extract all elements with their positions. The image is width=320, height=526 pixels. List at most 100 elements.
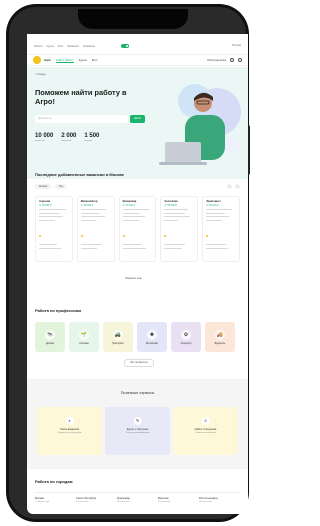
profession-tile[interactable]: 🚜 Тракторист [103, 322, 133, 352]
city-count: 1 245 вакансий [35, 501, 50, 503]
profession-label: Агроном [79, 341, 89, 345]
vacancy-card[interactable]: Ветеринар от 70 000 ₽ [118, 196, 157, 262]
profession-label: Водитель [214, 341, 226, 345]
location-icon [206, 234, 209, 237]
nav-item-courses[interactable]: Курсы [79, 58, 87, 62]
city-name: Воронеж [158, 497, 169, 500]
city-count: 480 вакансий [199, 501, 212, 503]
vacancy-salary: от 80 000 ₽ [39, 204, 52, 207]
location-icon [80, 234, 83, 237]
cow-icon: 🐄 [45, 329, 55, 340]
city-count: 820 вакансий [76, 501, 89, 503]
profession-label: Доярка [45, 341, 55, 345]
profession-tile[interactable]: ⚙ Оператор [171, 322, 201, 352]
vacancy-cards: Агроном от 80 000 ₽ Механизатор от 60 00… [35, 196, 240, 262]
services-row: ⌕ Поиск вакансий Подберите работу рядом … [37, 407, 238, 455]
location-icon [122, 234, 125, 237]
vacancy-title: Ветеринар [122, 200, 137, 203]
top-bar: Работа Курсы Блог Вакансии Компании Моск… [27, 42, 248, 50]
vacancy-card[interactable]: Тракторист от 65 000 ₽ [202, 196, 240, 262]
professions-title: Работа по профессиям [35, 308, 82, 313]
profession-label: Тракторист [111, 341, 125, 345]
carousel-arrows: ‹ › [227, 184, 240, 189]
profession-tile[interactable]: 🌱 Агроном [69, 322, 99, 352]
services-section: Полезные сервисы ⌕ Поиск вакансий Подбер… [27, 379, 248, 469]
city-name: Краснодар [117, 497, 130, 500]
vacancy-salary: от 55 000 ₽ [164, 204, 177, 207]
topbar-link[interactable]: Компании [83, 45, 95, 48]
location-icon [39, 234, 41, 237]
service-label: Найти сотрудника [194, 428, 217, 431]
city-item[interactable]: Ростов-на-Дону 480 вакансий [199, 497, 237, 503]
profession-tile[interactable]: 🚚 Водитель [205, 322, 235, 352]
profession-tile[interactable]: ✚ Ветеринар [137, 322, 167, 352]
pencil-icon: ✎ [133, 417, 142, 425]
vacancy-card[interactable]: Зоотехник от 55 000 ₽ [160, 196, 199, 262]
person-icon: ☺ [201, 417, 210, 425]
vacancy-card[interactable]: Агроном от 80 000 ₽ [35, 196, 73, 262]
service-card[interactable]: ✎ Курсы и обучение Повысьте квалификацию [105, 407, 170, 455]
city-item[interactable]: Воронеж 510 вакансий [158, 497, 196, 503]
vacancy-title: Зоотехник [164, 200, 178, 203]
prev-arrow-icon[interactable]: ‹ [227, 184, 232, 189]
city-selector[interactable]: Москва [232, 44, 241, 47]
vet-cross-icon: ✚ [147, 329, 157, 340]
cities-title: Работа по городам [35, 479, 73, 484]
vacancy-salary: от 60 000 ₽ [80, 204, 94, 207]
vacancy-title: Тракторист [206, 200, 221, 203]
phone-notch [78, 9, 188, 29]
logo-text[interactable]: Агро [44, 58, 51, 62]
service-label: Поиск вакансий [60, 428, 79, 431]
topbar-link[interactable]: Курсы [47, 45, 54, 48]
vacancy-card[interactable]: Механизатор от 60 000 ₽ [76, 196, 115, 262]
topbar-link[interactable]: Блог [58, 45, 64, 48]
next-arrow-icon[interactable]: › [235, 184, 240, 189]
show-more-button[interactable]: Показать еще [125, 277, 142, 280]
profession-tile[interactable]: 🐄 Доярка [35, 322, 65, 352]
profession-label: Ветеринар [146, 341, 158, 345]
tractor-icon: 🚜 [113, 329, 123, 340]
topbar-link[interactable]: Вакансии [68, 45, 79, 48]
search-icon: ⌕ [65, 417, 74, 425]
profession-label: Оператор [180, 341, 192, 345]
nav-item-find-job[interactable]: Найти работу [56, 58, 74, 62]
employers-link[interactable]: Работодателям [207, 59, 226, 62]
filter-pill[interactable]: Москва [35, 184, 52, 189]
gear-icon: ⚙ [181, 329, 191, 340]
truck-icon: 🚚 [215, 329, 225, 340]
location-icon [164, 234, 167, 237]
vacancy-salary: от 70 000 ₽ [122, 204, 136, 207]
vacancy-filters: Москва Все [35, 184, 68, 189]
vacancy-salary: от 65 000 ₽ [206, 204, 219, 207]
service-label: Курсы и обучение [126, 428, 149, 431]
logo-icon[interactable] [33, 56, 41, 64]
header-actions: Работодателям [207, 58, 242, 62]
city-name: Ростов-на-Дону [199, 497, 218, 500]
screen: Работа Курсы Блог Вакансии Компании Моск… [27, 34, 248, 514]
hero-banner: < Назад Поможем найти работу в Агро! Дол… [27, 67, 248, 179]
profession-tiles: 🐄 Доярка 🌱 Агроном 🚜 Тракторист ✚ Ветери… [35, 322, 240, 352]
theme-toggle[interactable] [120, 44, 129, 48]
service-description: Повысьте квалификацию [125, 432, 150, 434]
sprout-icon: 🌱 [79, 329, 89, 340]
service-card[interactable]: ☺ Найти сотрудника Разместите вакансию [173, 407, 238, 455]
city-name: Москва [35, 497, 44, 500]
service-description: Разместите вакансию [195, 432, 216, 434]
city-name: Санкт-Петербург [76, 497, 97, 500]
city-item[interactable]: Санкт-Петербург 820 вакансий [76, 497, 114, 503]
city-item[interactable]: Краснодар 640 вакансий [117, 497, 155, 503]
city-item[interactable]: Москва 1 245 вакансий [35, 497, 73, 503]
service-card[interactable]: ⌕ Поиск вакансий Подберите работу рядом [37, 407, 102, 455]
services-title: Полезные сервисы [120, 391, 155, 395]
city-count: 510 вакансий [158, 501, 171, 503]
topbar-link[interactable]: Работа [34, 45, 43, 48]
nav-item-blog[interactable]: Блог [92, 58, 98, 62]
all-professions-button[interactable]: Все профессии [124, 359, 154, 367]
menu-icon[interactable] [238, 58, 242, 62]
filter-pill[interactable]: Все [55, 184, 68, 189]
user-icon[interactable] [230, 58, 234, 62]
cities-row: Москва 1 245 вакансий Санкт-Петербург 82… [35, 492, 240, 503]
main-header: Агро Найти работу Курсы Блог Работодател… [27, 54, 248, 66]
city-count: 640 вакансий [117, 501, 130, 503]
vacancy-title: Агроном [39, 200, 51, 203]
